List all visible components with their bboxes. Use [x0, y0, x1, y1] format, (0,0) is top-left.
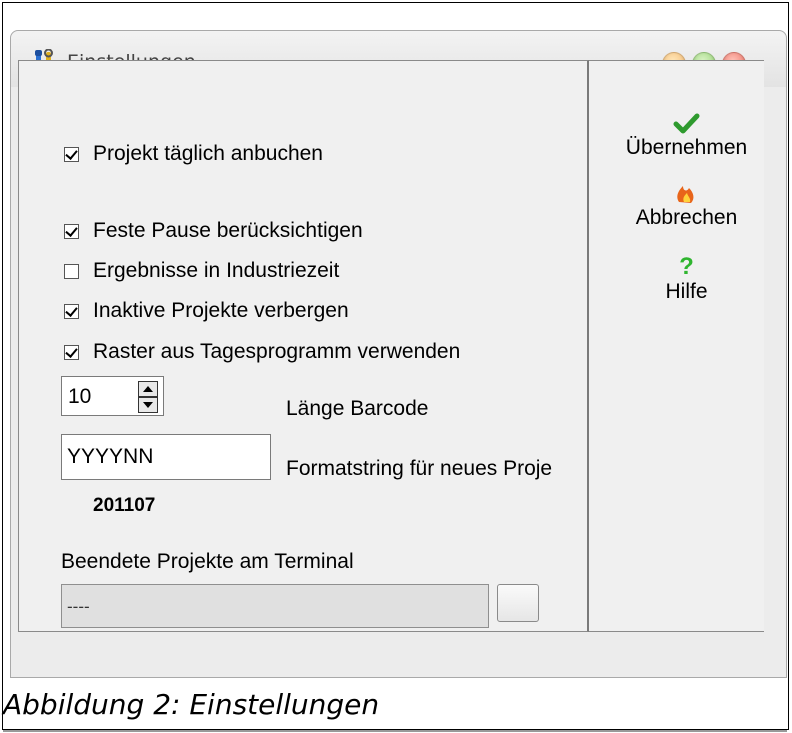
- terminal-field: ----: [61, 584, 489, 628]
- checkbox-book-daily[interactable]: Projekt täglich anbuchen: [64, 142, 323, 166]
- barcode-length-label: Länge Barcode: [286, 397, 429, 420]
- cancel-button[interactable]: Abbrechen: [599, 180, 774, 230]
- question-icon: ?: [679, 253, 694, 280]
- checkbox-hide-inactive[interactable]: Inaktive Projekte verbergen: [64, 299, 349, 323]
- checkbox-box[interactable]: [64, 344, 79, 360]
- caption-divider: [3, 730, 787, 732]
- checkbox-label: Ergebnisse in Industriezeit: [93, 259, 340, 282]
- figure-caption: Abbildung 2: Einstellungen: [3, 688, 380, 721]
- spin-up-button[interactable]: [138, 381, 158, 397]
- spinner-value[interactable]: 10: [68, 385, 91, 409]
- check-icon: [673, 113, 700, 134]
- checkbox-box[interactable]: [64, 223, 79, 239]
- cancel-label: Abbrechen: [635, 206, 738, 229]
- terminal-select-button[interactable]: [497, 584, 539, 622]
- format-string-input[interactable]: YYYYNN: [61, 434, 271, 480]
- checkbox-fixed-break[interactable]: Feste Pause berücksichtigen: [64, 219, 363, 243]
- terminal-label: Beendete Projekte am Terminal: [61, 550, 354, 573]
- checkbox-box[interactable]: [64, 263, 79, 279]
- terminal-value: ----: [67, 597, 90, 616]
- flame-icon: [677, 186, 694, 203]
- format-string-value[interactable]: YYYYNN: [67, 445, 153, 469]
- checkbox-label: Projekt täglich anbuchen: [93, 142, 323, 165]
- checkbox-label: Feste Pause berücksichtigen: [93, 219, 363, 242]
- apply-button[interactable]: Übernehmen: [599, 110, 774, 160]
- checkbox-industrial-time[interactable]: Ergebnisse in Industriezeit: [64, 259, 339, 283]
- spin-down-button[interactable]: [138, 397, 158, 413]
- help-label: Hilfe: [665, 280, 708, 303]
- checkbox-box[interactable]: [64, 146, 79, 162]
- format-preview: 201107: [93, 495, 156, 516]
- barcode-length-spinner[interactable]: 10: [61, 376, 164, 416]
- checkbox-label: Inaktive Projekte verbergen: [93, 299, 349, 322]
- checkbox-grid-from-day[interactable]: Raster aus Tagesprogramm verwenden: [64, 340, 460, 364]
- format-string-label: Formatstring für neues Proje: [286, 457, 553, 480]
- help-button[interactable]: ? Hilfe: [599, 254, 774, 304]
- checkbox-label: Raster aus Tagesprogramm verwenden: [93, 340, 461, 363]
- apply-label: Übernehmen: [625, 136, 748, 159]
- checkbox-box[interactable]: [64, 303, 79, 319]
